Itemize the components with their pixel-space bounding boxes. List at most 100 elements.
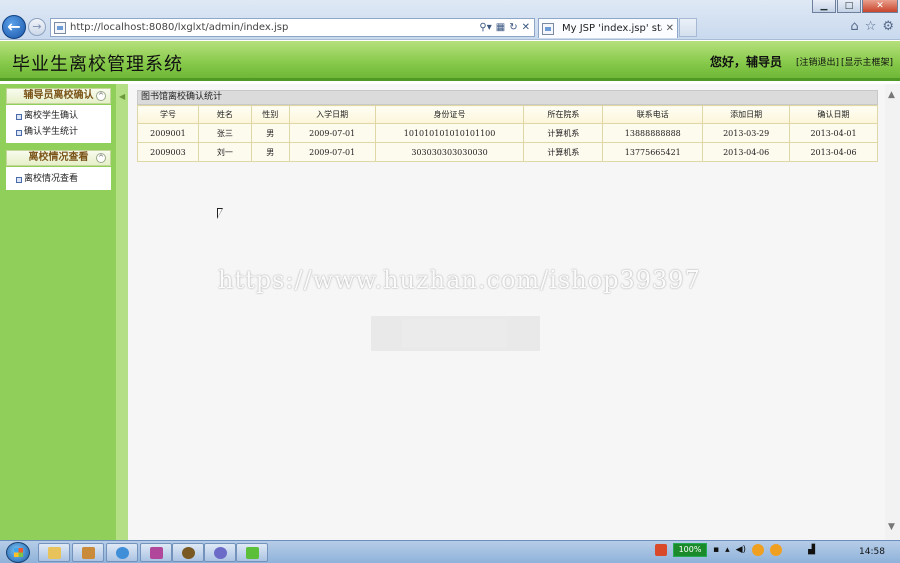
stop-icon[interactable]: ✕ — [522, 22, 530, 33]
tab-page-icon — [542, 22, 554, 35]
taskbar-explorer-button[interactable] — [38, 543, 70, 562]
address-bar[interactable]: http://localhost:8080/lxglxt/admin/index… — [50, 18, 535, 37]
page-icon — [54, 21, 66, 34]
table-cell: 2013-04-06 — [702, 142, 791, 162]
start-button[interactable] — [6, 542, 30, 563]
power-plug-icon[interactable]: ▪ — [713, 545, 719, 555]
table-cell: 2013-04-01 — [789, 123, 878, 143]
menu-section-confirm[interactable]: 辅导员离校确认 ^ — [6, 88, 111, 104]
network-icon[interactable]: ▟ — [808, 545, 815, 555]
scroll-up-icon[interactable]: ▲ — [888, 90, 895, 100]
taskbar: 100% ▪ ▴ ◀) ▟ 14:58 — [0, 540, 900, 563]
table-row: 2009001 张三 男 2009-07-01 1010101010101011… — [137, 123, 878, 143]
table-cell: 2013-03-29 — [702, 123, 791, 143]
battery-indicator[interactable]: 100% — [673, 543, 707, 557]
stats-table: 学号 姓名 性别 入学日期 身份证号 所在院系 联系电话 添加日期 确认日期 2… — [137, 105, 878, 162]
table-cell: 计算机系 — [523, 142, 604, 162]
system-tray: 100% ▪ ▴ ◀) ▟ — [655, 543, 815, 557]
table-cell: 2009001 — [137, 123, 199, 143]
search-icon[interactable]: ⚲▾ — [479, 22, 491, 33]
favorites-star-icon[interactable]: ☆ — [865, 19, 877, 34]
qq-icon[interactable] — [752, 544, 765, 556]
address-text[interactable]: http://localhost:8080/lxglxt/admin/index… — [70, 22, 479, 33]
app-icon — [82, 547, 95, 559]
vertical-scrollbar[interactable]: ▲ ▼ — [885, 84, 900, 540]
table-cell: 2009-07-01 — [288, 142, 376, 162]
watermark-text: https://www.huzhan.com/ishop39397 — [218, 266, 701, 294]
browser-tab[interactable]: My JSP 'index.jsp' startin... ✕ — [538, 18, 678, 38]
table-cell: 2009-07-01 — [288, 123, 376, 143]
mouse-cursor-icon — [217, 208, 223, 219]
menu-section-title: 辅导员离校确认 — [23, 90, 94, 101]
table-cell: 2013-04-06 — [789, 142, 878, 162]
menu-list: 离校学生确认 确认学生统计 — [6, 105, 111, 143]
app-icon — [214, 547, 227, 559]
table-cell: 男 — [250, 123, 290, 143]
column-header: 所在院系 — [523, 105, 604, 124]
menu-item-confirm-students[interactable]: 离校学生确认 — [6, 108, 111, 124]
ie-icon — [116, 547, 129, 559]
gear-icon[interactable]: ⚙ — [882, 19, 894, 34]
table-cell: 101010101010101100 — [374, 123, 525, 143]
tab-title: My JSP 'index.jsp' startin... — [562, 23, 662, 34]
maximize-button[interactable]: □ — [837, 0, 861, 13]
compat-icon[interactable]: ▦ — [496, 22, 505, 33]
table-header-row: 学号 姓名 性别 入学日期 身份证号 所在院系 联系电话 添加日期 确认日期 — [137, 105, 878, 124]
input-method-icon[interactable] — [655, 544, 667, 556]
taskbar-clock[interactable]: 14:58 — [859, 547, 885, 557]
watermark-logo — [371, 316, 540, 351]
taskbar-app-button[interactable] — [236, 543, 268, 562]
frame-divider[interactable] — [116, 84, 128, 540]
column-header: 添加日期 — [702, 105, 791, 124]
table-cell: 2009003 — [137, 142, 199, 162]
table-cell: 13888888888 — [602, 123, 704, 143]
collapse-sidebar-icon[interactable]: ◀ — [119, 92, 125, 101]
scroll-down-icon[interactable]: ▼ — [888, 522, 895, 532]
refresh-icon[interactable]: ↻ — [509, 22, 517, 33]
taskbar-app-button[interactable] — [140, 543, 172, 562]
minimize-button[interactable]: ▁ — [812, 0, 836, 13]
new-tab-button[interactable] — [679, 18, 697, 37]
taskbar-app-button[interactable] — [172, 543, 204, 562]
forward-button[interactable]: → — [28, 18, 46, 36]
close-window-button[interactable]: ✕ — [862, 0, 898, 13]
table-cell: 刘一 — [197, 142, 252, 162]
column-header: 学号 — [137, 105, 199, 124]
collapse-icon[interactable]: ^ — [96, 91, 106, 101]
app-icon — [182, 547, 195, 559]
menu-section-status[interactable]: 离校情况查看 ^ — [6, 150, 111, 166]
logout-link[interactable]: [注销退出] — [796, 55, 839, 68]
taskbar-app-button[interactable] — [204, 543, 236, 562]
app-title: 毕业生离校管理系统 — [12, 54, 183, 75]
column-header: 确认日期 — [789, 105, 878, 124]
tab-close-icon[interactable]: ✕ — [666, 23, 677, 34]
show-frame-link[interactable]: [显示主框架] — [841, 55, 893, 68]
column-header: 入学日期 — [288, 105, 376, 124]
user-greeting: 您好，辅导员 — [710, 55, 783, 69]
column-header: 性别 — [250, 105, 290, 124]
menu-section-title: 离校情况查看 — [28, 152, 89, 163]
table-cell: 男 — [250, 142, 290, 162]
browser-toolbar: ▁ □ ✕ ← → http://localhost:8080/lxglxt/a… — [0, 0, 900, 40]
show-hidden-icons[interactable]: ▴ — [725, 545, 730, 555]
app-icon — [246, 547, 259, 559]
taskbar-app-button[interactable] — [72, 543, 104, 562]
collapse-icon[interactable]: ^ — [96, 153, 106, 163]
table-cell: 张三 — [197, 123, 252, 143]
back-button[interactable]: ← — [2, 15, 26, 39]
volume-icon[interactable]: ◀) — [736, 545, 746, 555]
table-cell: 计算机系 — [523, 123, 604, 143]
folder-icon — [48, 547, 61, 559]
column-header: 联系电话 — [602, 105, 704, 124]
window-controls: ▁ □ ✕ — [812, 0, 898, 13]
home-icon[interactable]: ⌂ — [850, 19, 858, 34]
menu-item-confirmed-stats[interactable]: 确认学生统计 — [6, 124, 111, 140]
windows-logo-icon — [14, 548, 23, 557]
table-row: 2009003 刘一 男 2009-07-01 303030303030030 … — [137, 142, 878, 162]
qq-icon[interactable] — [770, 544, 783, 556]
menu-list: 离校情况查看 — [6, 167, 111, 190]
taskbar-ie-button[interactable] — [106, 543, 138, 562]
menu-item-status-view[interactable]: 离校情况查看 — [6, 171, 111, 187]
table-cell: 303030303030030 — [374, 142, 525, 162]
app-header: 毕业生离校管理系统 您好，辅导员 [注销退出] [显示主框架] — [0, 41, 900, 81]
